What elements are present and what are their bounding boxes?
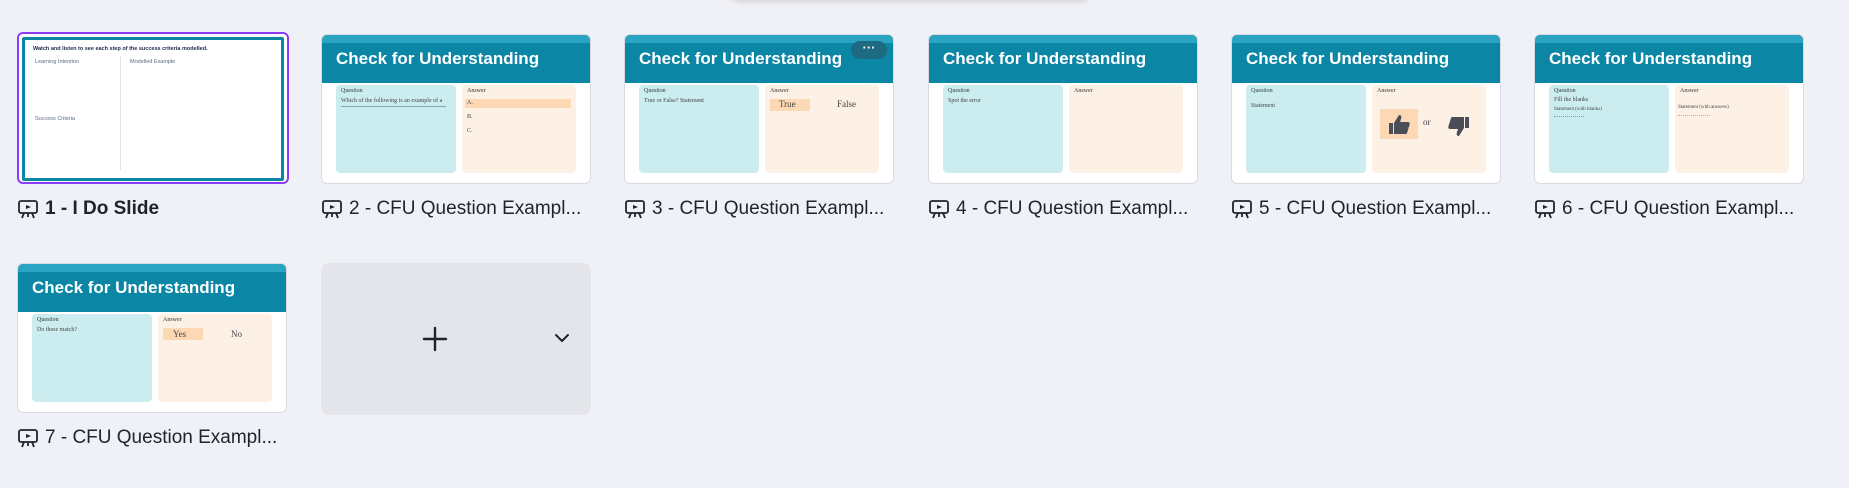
presentation-icon	[929, 200, 949, 219]
slide-title: Check for Understanding	[336, 49, 540, 68]
slide-caption-text: 6 - CFU Question Exampl...	[1562, 198, 1795, 219]
slide-1-heading: Watch and listen to see each step of the…	[33, 46, 208, 52]
slide-1-learning-label: Learning Intention	[35, 59, 80, 65]
slide-card-5[interactable]: Check for Understanding Question Stateme…	[1231, 34, 1501, 220]
slide-caption-5[interactable]: 5 - CFU Question Exampl...	[1231, 198, 1501, 220]
slide-thumbnail-6[interactable]: Check for Understanding Question Fill th…	[1534, 34, 1804, 184]
slide-caption-text: 1 - I Do Slide	[45, 198, 160, 219]
presentation-icon	[18, 429, 38, 448]
question-subtext: Statement (with blanks)	[1554, 107, 1602, 112]
question-label: Question	[37, 317, 59, 323]
slide-thumbnail-3[interactable]: Check for Understanding ··· Question Tru…	[624, 34, 894, 184]
slide-1-modelled-label: Modelled Example	[130, 59, 176, 65]
blank-line	[1554, 116, 1584, 117]
answer-box: Answer Yes No	[158, 314, 272, 402]
question-text: Spot the error	[948, 98, 981, 104]
answer-label: Answer	[770, 88, 789, 94]
question-label: Question	[644, 88, 666, 94]
slide-thumbnail-5[interactable]: Check for Understanding Question Stateme…	[1231, 34, 1501, 184]
slide-caption-text: 4 - CFU Question Exampl...	[956, 198, 1189, 219]
thumbs-up-icon	[1389, 115, 1410, 134]
chevron-down-icon[interactable]	[553, 331, 571, 345]
slide-thumbnail-7[interactable]: Check for Understanding Question Do thes…	[17, 263, 287, 413]
answer-label: Answer	[467, 88, 486, 94]
answer-text: Statement (with answers)	[1678, 105, 1729, 110]
slide-title: Check for Understanding	[1549, 49, 1753, 68]
false-label: False	[837, 99, 856, 109]
answer-option-a: A.	[467, 100, 473, 106]
filled-blank-line	[1678, 115, 1710, 116]
slide-caption-3[interactable]: 3 - CFU Question Exampl...	[624, 198, 894, 220]
slide-card-6[interactable]: Check for Understanding Question Fill th…	[1534, 34, 1804, 220]
slide-thumbnail-1[interactable]: Watch and listen to see each step of the…	[17, 32, 289, 184]
presentation-icon	[1232, 200, 1252, 219]
answer-label: Answer	[1377, 88, 1396, 94]
answer-label: Answer	[1680, 88, 1699, 94]
question-box: Question Which of the following is an ex…	[336, 85, 456, 173]
question-text: Fill the blanks	[1554, 97, 1589, 103]
slide-caption-1[interactable]: 1 - I Do Slide	[17, 198, 287, 220]
slide-caption-2[interactable]: 2 - CFU Question Exampl...	[321, 198, 591, 220]
add-page-button[interactable]	[321, 263, 591, 415]
question-box: Question Fill the blanks Statement (with…	[1549, 85, 1669, 173]
slide-card-4[interactable]: Check for Understanding Question Spot th…	[928, 34, 1198, 220]
answer-option-b: B.	[467, 114, 473, 120]
answer-box: Answer	[1069, 85, 1183, 173]
question-text: Which of the following is an example of …	[341, 98, 443, 104]
slide-title: Check for Understanding	[943, 49, 1147, 68]
slide-card-3[interactable]: Check for Understanding ··· Question Tru…	[624, 34, 894, 220]
slide-caption-4[interactable]: 4 - CFU Question Exampl...	[928, 198, 1198, 220]
slide-caption-text: 3 - CFU Question Exampl...	[652, 198, 885, 219]
question-label: Question	[341, 88, 363, 94]
or-label: or	[1423, 117, 1431, 127]
question-box: Question Statement	[1246, 85, 1366, 173]
slide-thumbnail-4[interactable]: Check for Understanding Question Spot th…	[928, 34, 1198, 184]
question-label: Question	[948, 88, 970, 94]
more-options-button[interactable]: ···	[851, 41, 887, 59]
presentation-icon	[1535, 200, 1555, 219]
slide-caption-text: 2 - CFU Question Exampl...	[349, 198, 582, 219]
presentation-icon	[322, 200, 342, 219]
question-box: Question Spot the error	[943, 85, 1063, 173]
slide-1-divider	[120, 56, 121, 170]
slide-title: Check for Understanding	[32, 278, 236, 297]
slide-1-success-label: Success Criteria	[35, 116, 76, 122]
slide-card-7[interactable]: Check for Understanding Question Do thes…	[17, 263, 287, 449]
question-label: Question	[1251, 88, 1273, 94]
slide-1-frame: Watch and listen to see each step of the…	[22, 37, 284, 181]
slide-caption-text: 5 - CFU Question Exampl...	[1259, 198, 1492, 219]
question-label: Question	[1554, 88, 1576, 94]
slide-card-1[interactable]: Watch and listen to see each step of the…	[17, 32, 289, 220]
question-text: Do these match?	[37, 327, 77, 333]
question-box: Question True or False? Statement	[639, 85, 759, 173]
slide-title: Check for Understanding	[639, 49, 843, 68]
answer-label: Answer	[163, 317, 182, 323]
yes-label: Yes	[173, 329, 187, 339]
presentation-icon	[18, 200, 38, 219]
presentation-icon	[625, 200, 645, 219]
true-label: True	[779, 99, 796, 109]
question-text: Statement	[1251, 103, 1275, 109]
question-box: Question Do these match?	[32, 314, 152, 402]
answer-box: Answer True False	[765, 85, 879, 173]
thumbs-down-icon	[1448, 117, 1469, 136]
answer-option-c: C.	[467, 128, 473, 134]
answer-box: Answer Statement (with answers)	[1675, 85, 1789, 173]
answer-highlight	[465, 99, 571, 108]
no-label: No	[231, 329, 242, 339]
slide-caption-6[interactable]: 6 - CFU Question Exampl...	[1534, 198, 1804, 220]
slide-card-2[interactable]: Check for Understanding Question Which o…	[321, 34, 591, 220]
slide-caption-7[interactable]: 7 - CFU Question Exampl...	[17, 427, 287, 449]
plus-icon[interactable]	[419, 323, 451, 355]
slide-thumbnail-2[interactable]: Check for Understanding Question Which o…	[321, 34, 591, 184]
question-underline	[341, 106, 446, 107]
question-text: True or False? Statement	[644, 98, 704, 104]
answer-label: Answer	[1074, 88, 1093, 94]
answer-box: Answer or	[1372, 85, 1486, 173]
slide-caption-text: 7 - CFU Question Exampl...	[45, 427, 278, 448]
slide-title: Check for Understanding	[1246, 49, 1450, 68]
answer-box: Answer A. B. C.	[462, 85, 576, 173]
